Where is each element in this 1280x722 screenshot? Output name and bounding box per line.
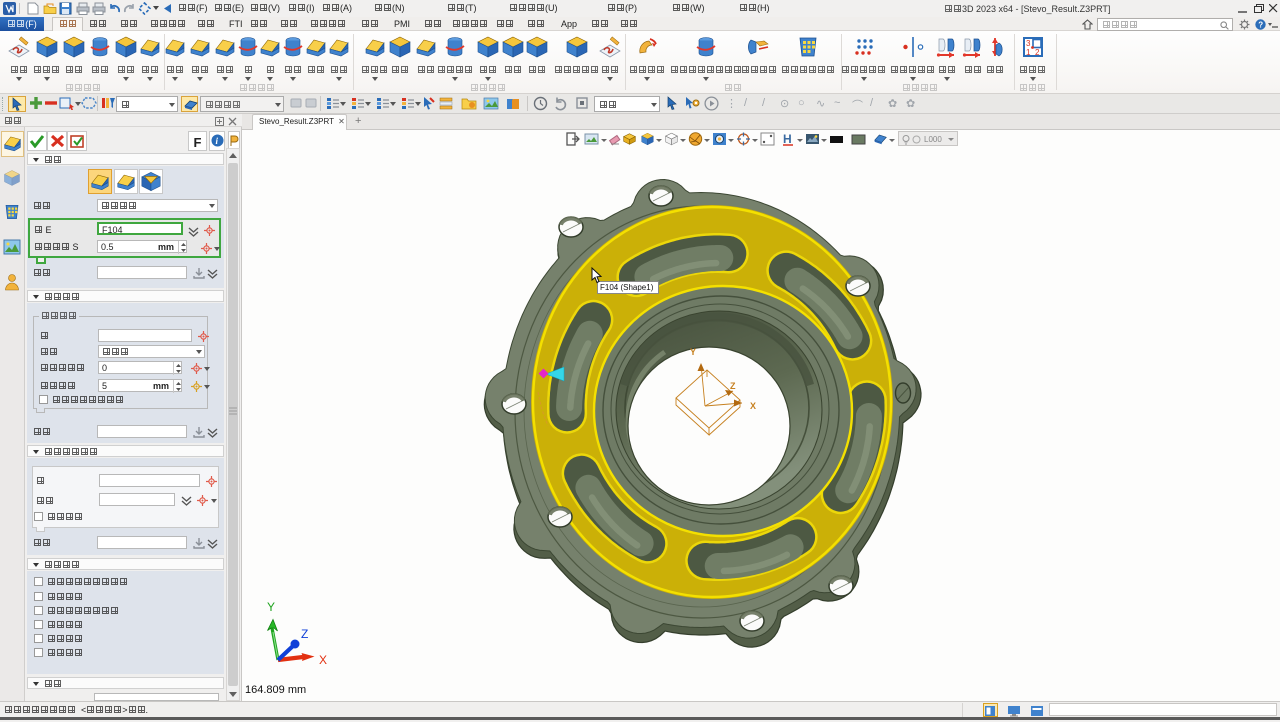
svg-text:Z: Z (730, 381, 736, 391)
svg-text:X: X (319, 653, 327, 667)
svg-text:H: H (783, 132, 792, 146)
svg-text:Y: Y (690, 347, 696, 357)
svg-text:?: ? (1258, 21, 1263, 30)
svg-text:Z: Z (301, 627, 308, 641)
svg-text:Y: Y (267, 600, 275, 614)
svg-text:X: X (750, 401, 756, 411)
